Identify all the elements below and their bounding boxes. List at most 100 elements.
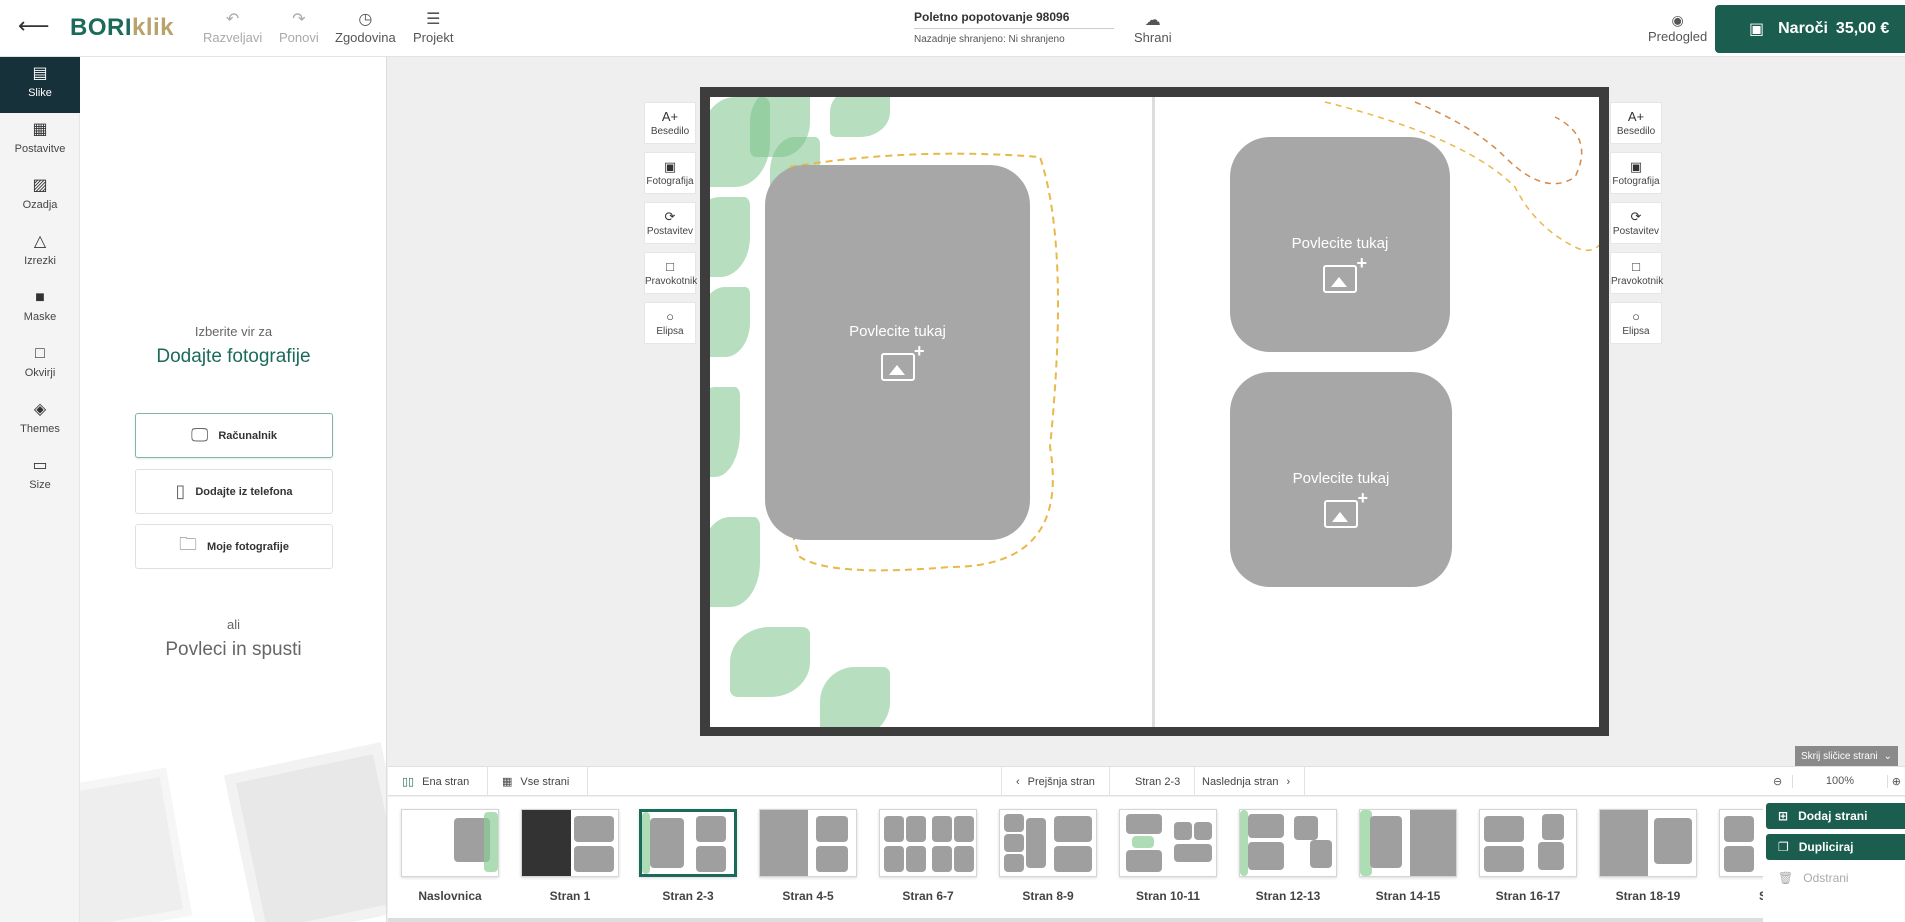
page-nav-bar: ▯▯ Ena stran ▦ Vse strani ‹ Prejšnja str… (388, 766, 1905, 796)
ruler-icon: ▭ (32, 457, 48, 474)
circle-icon: ○ (1632, 309, 1640, 324)
zoom-in-icon[interactable]: ⊕ (1886, 774, 1905, 788)
sidebar-item-layouts[interactable]: ▦ Postavitve (0, 113, 80, 169)
photo-placeholder[interactable]: Povlecite tukaj (1230, 137, 1450, 352)
text-plus-icon: A+ (1627, 109, 1645, 124)
thumb-photo (816, 846, 848, 872)
thumbnail[interactable] (1599, 809, 1697, 877)
mask-icon: ■ (35, 289, 45, 306)
thumbnail[interactable] (521, 809, 619, 877)
chevron-down-icon: ⌄ (1883, 750, 1893, 762)
ellipse-tool[interactable]: ○ Elipsa (644, 302, 696, 344)
thumb-photo (1004, 834, 1024, 852)
add-page-icon: ⊞ (1778, 809, 1789, 823)
undo-button[interactable]: ↶ Razveljavi (203, 10, 262, 45)
thumb-photo (1174, 844, 1212, 862)
thumbnail[interactable] (401, 809, 499, 877)
thumb-photo (1004, 814, 1024, 832)
pick-source-text: Izberite vir za (194, 324, 273, 339)
thumb-photo (1410, 810, 1456, 876)
sidebar-item-size[interactable]: ▭ Size (0, 449, 80, 505)
back-arrow-icon[interactable]: ⟵ (18, 14, 50, 38)
thumbnail[interactable] (759, 809, 857, 877)
history-button[interactable]: ◷ Zgodovina (335, 10, 396, 45)
project-button[interactable]: ☰ Projekt (413, 10, 453, 45)
thumb-photo (574, 846, 614, 872)
thumbnail[interactable] (999, 809, 1097, 877)
my-photos-button[interactable]: 🗀 Moje fotografije (135, 524, 333, 569)
page-spread: Povlecite tukaj Povlecite tukaj Povlecit… (700, 87, 1609, 736)
history-icon: ◷ (358, 11, 373, 28)
zoom-out-icon[interactable]: ⊖ (1763, 774, 1794, 788)
sidebar-item-clipart[interactable]: △ Izrezki (0, 225, 80, 281)
thumbnail-label: Stran 6-7 (902, 889, 954, 903)
undo-icon: ↶ (225, 11, 240, 28)
thumbnail-scrollbar[interactable] (388, 918, 1763, 922)
next-page-button[interactable]: Naslednja stran › (1188, 767, 1306, 796)
save-button[interactable]: ☁ Shrani (1134, 10, 1172, 45)
add-photo-tool[interactable]: ▣ Fotografija (1610, 152, 1662, 194)
grid-icon: ▦ (502, 776, 513, 788)
sidebar-item-images[interactable]: ▤ Slike (0, 57, 88, 113)
add-text-tool[interactable]: A+ Besedilo (1610, 102, 1662, 144)
thumbnail[interactable] (1119, 809, 1217, 877)
hide-thumbnails-button[interactable]: Skrij sličice strani ⌄ (1795, 746, 1898, 766)
thumbnail[interactable] (1239, 809, 1337, 877)
all-pages-view-button[interactable]: ▦ Vse strani (488, 767, 588, 796)
leaf-decoration (830, 97, 890, 137)
ellipse-tool[interactable]: ○ Elipsa (1610, 302, 1662, 344)
thumb-photo (1126, 850, 1162, 872)
thumb-photo (1484, 816, 1524, 842)
thumbnail[interactable] (1719, 809, 1763, 877)
zoom-level: 100% (1825, 775, 1855, 787)
logo[interactable]: BORIklik (70, 14, 174, 42)
photo-placeholder[interactable]: Povlecite tukaj (765, 165, 1030, 540)
thumb-leaf (1132, 836, 1154, 848)
add-image-icon (880, 341, 925, 381)
phone-icon: ▯ (175, 481, 186, 501)
page-actions: ⊞ Dodaj strani ❐ Dupliciraj 🗑 Odstrani (1763, 797, 1905, 922)
layout-tool[interactable]: ⟳ Postavitev (1610, 202, 1662, 244)
sidebar-item-frames[interactable]: □ Okvirji (0, 337, 80, 393)
prev-page-button[interactable]: ‹ Prejšnja stran (1001, 767, 1110, 796)
add-photo-tool[interactable]: ▣ Fotografija (644, 152, 696, 194)
add-page-button[interactable]: ⊞ Dodaj strani (1766, 803, 1905, 829)
rectangle-tool[interactable]: □ Pravokotnik (1610, 252, 1663, 294)
sidebar-item-backgrounds[interactable]: ▨ Ozadja (0, 169, 80, 225)
rectangle-tool[interactable]: □ Pravokotnik (644, 252, 697, 294)
sidebar-item-themes[interactable]: ◈ Themes (0, 393, 80, 449)
remove-button[interactable]: 🗑 Odstrani (1766, 865, 1905, 891)
text-plus-icon: A+ (661, 109, 679, 124)
duplicate-button[interactable]: ❐ Dupliciraj (1766, 834, 1905, 860)
redo-button[interactable]: ↷ Ponovi (279, 10, 319, 45)
thumb-photo (1310, 840, 1332, 868)
left-page[interactable]: Povlecite tukaj (710, 97, 1152, 727)
preview-button[interactable]: ◉ Predogled (1648, 12, 1707, 44)
thumbnail-label: Stran 8-9 (1022, 889, 1074, 903)
right-page[interactable]: Povlecite tukaj Povlecite tukaj (1155, 97, 1599, 727)
drag-drop-text: Povleci in spusti (165, 639, 302, 660)
from-phone-button[interactable]: ▯ Dodajte iz telefona (135, 469, 333, 514)
thumb-photo (1248, 814, 1284, 838)
thumb-photo (574, 816, 614, 842)
add-text-tool[interactable]: A+ Besedilo (644, 102, 696, 144)
thumbnail[interactable] (879, 809, 977, 877)
sidebar-item-masks[interactable]: ■ Maske (0, 281, 80, 337)
photo-placeholder[interactable]: Povlecite tukaj (1230, 372, 1452, 587)
thumb-photo (932, 846, 952, 872)
thumb-photo (1194, 822, 1212, 840)
thumbnail-current[interactable] (639, 809, 737, 877)
thumbnail[interactable] (1479, 809, 1577, 877)
layout-icon: ▦ (32, 121, 48, 138)
thumb-photo (760, 810, 808, 876)
layout-tool[interactable]: ⟳ Postavitev (644, 202, 696, 244)
thumb-photo (1600, 810, 1648, 876)
one-page-view-button[interactable]: ▯▯ Ena stran (388, 767, 488, 796)
thumbnail[interactable] (1359, 809, 1457, 877)
single-page-icon: ▯▯ (402, 776, 415, 788)
thumb-photo (1484, 846, 1524, 872)
project-title-input[interactable]: Poletno popotovanje 98096 (914, 10, 1114, 29)
computer-button[interactable]: 🖵 Računalnik (135, 413, 333, 458)
shopping-bag-icon: ▣ (1749, 21, 1765, 38)
order-button[interactable]: ▣ Naroči 35,00 € (1715, 5, 1905, 53)
